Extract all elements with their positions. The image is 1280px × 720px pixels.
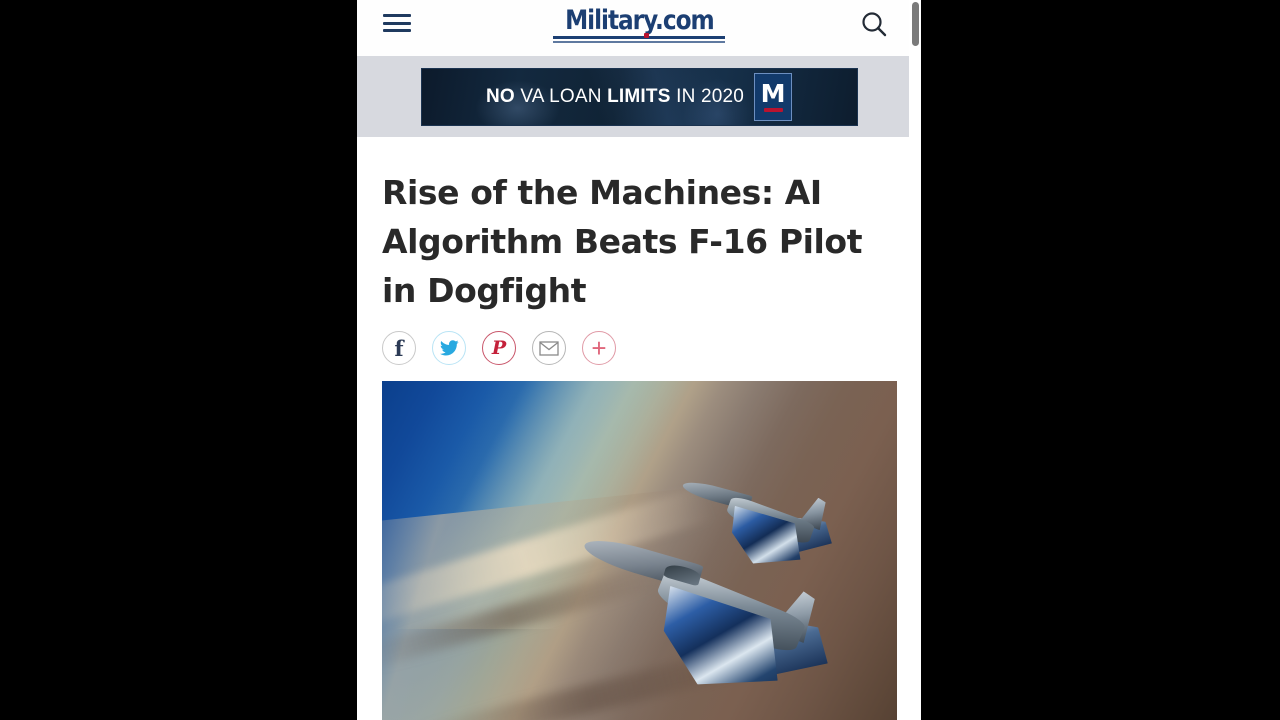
plus-icon: + <box>591 333 607 363</box>
share-email-button[interactable] <box>532 331 566 365</box>
envelope-icon <box>539 340 559 356</box>
search-icon[interactable] <box>857 8 891 42</box>
ad-logo-letter: M <box>760 78 786 108</box>
logo-red-dot <box>644 33 650 38</box>
logo-underline-secondary <box>552 41 726 43</box>
vertical-scrollbar[interactable] <box>909 0 921 720</box>
ad-text-limits: LIMITS <box>607 85 671 107</box>
site-logo[interactable]: Military.com <box>357 6 921 44</box>
twitter-icon <box>439 340 459 356</box>
share-twitter-button[interactable] <box>432 331 466 365</box>
ad-text-in2020: IN 2020 <box>670 85 745 107</box>
share-facebook-button[interactable]: f <box>382 331 416 365</box>
share-pinterest-button[interactable]: P <box>482 331 516 365</box>
ad-text-no: NO <box>485 85 515 107</box>
social-share-bar: f P + <box>382 331 896 365</box>
article-headline: Rise of the Machines: AI Algorithm Beats… <box>382 173 863 310</box>
ad-text-valoan: VA LOAN <box>514 85 608 107</box>
advertisement-banner[interactable]: NO VA LOAN LIMITS IN 2020 M <box>357 56 921 137</box>
share-more-button[interactable]: + <box>582 331 616 365</box>
facebook-icon: f <box>394 335 404 361</box>
scrollbar-thumb[interactable] <box>912 2 919 46</box>
article-hero-image <box>382 381 897 720</box>
logo-underline <box>552 36 726 39</box>
browser-viewport: Military.com NO VA LOAN LIMITS IN 2020 M <box>357 0 921 720</box>
site-header: Military.com <box>357 0 921 56</box>
ad-logo-red-bar <box>763 107 783 112</box>
ad-creative[interactable]: NO VA LOAN LIMITS IN 2020 M <box>420 67 858 126</box>
ad-advertiser-logo: M <box>754 72 793 121</box>
ad-headline-text: NO VA LOAN LIMITS IN 2020 <box>486 86 744 108</box>
pinterest-icon: P <box>491 336 507 359</box>
site-logo-text: Military.com <box>564 5 715 36</box>
article-body: Rise of the Machines: AI Algorithm Beats… <box>357 168 921 720</box>
